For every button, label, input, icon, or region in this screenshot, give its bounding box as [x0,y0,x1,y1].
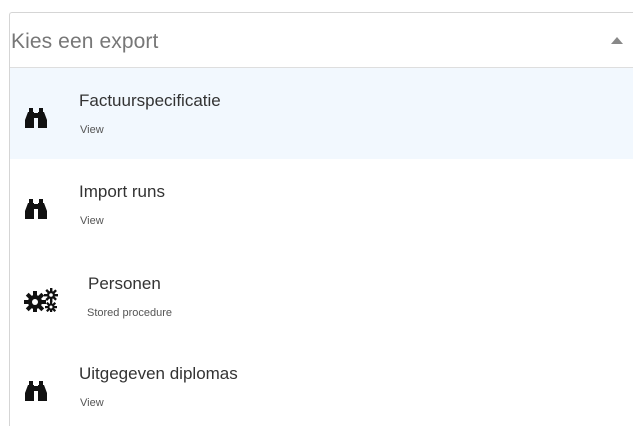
option-type: View [80,397,104,409]
binoculars-icon [25,108,47,128]
caret-up-icon[interactable] [611,37,623,44]
option-personen[interactable]: Personen Stored procedure [10,250,633,341]
option-uitgegeven-diplomas[interactable]: Uitgegeven diplomas View [10,341,633,432]
binoculars-icon [25,381,47,401]
option-type: View [80,124,104,136]
option-title: Import runs [79,182,165,201]
binoculars-icon [25,199,47,219]
option-import-runs[interactable]: Import runs View [10,159,633,250]
option-type: View [80,215,104,227]
export-select[interactable]: Kies een export Factuurspecificatie View [9,12,633,426]
cogs-icon [24,288,58,312]
option-factuurspecificatie[interactable]: Factuurspecificatie View [10,68,633,159]
select-header[interactable]: Kies een export [10,13,633,68]
option-type: Stored procedure [87,307,172,319]
option-list: Factuurspecificatie View Import runs Vie… [10,68,633,432]
option-title: Factuurspecificatie [79,91,221,110]
select-placeholder: Kies een export [11,30,159,53]
option-title: Uitgegeven diplomas [79,364,238,383]
option-title: Personen [88,274,161,293]
